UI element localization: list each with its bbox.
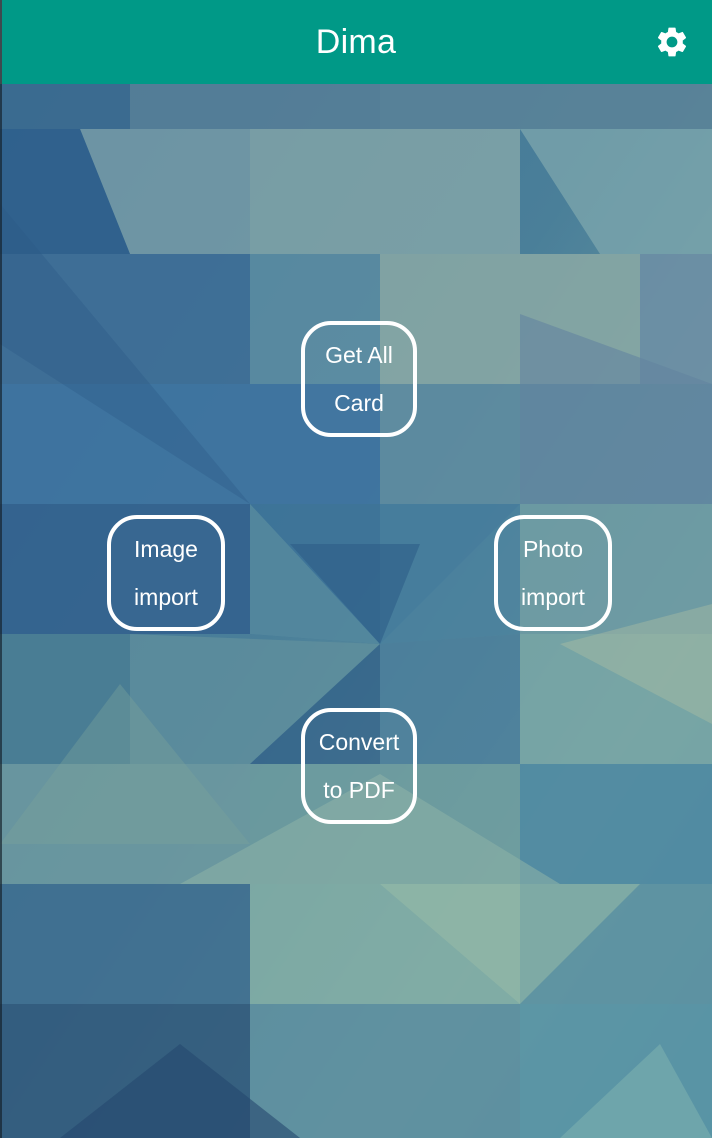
app-title: Dima [315,23,397,61]
settings-button[interactable] [650,20,694,64]
gear-icon [657,27,687,57]
image-import-label: Image import [134,536,198,610]
app-screen: Dima Get All Card Image import Photo imp… [0,0,712,1138]
image-import-button[interactable]: Image import [107,515,225,631]
convert-to-pdf-button[interactable]: Convert to PDF [301,708,417,824]
get-all-card-button[interactable]: Get All Card [301,321,417,437]
app-header: Dima [0,0,712,84]
photo-import-label: Photo import [521,536,585,610]
get-all-card-label: Get All Card [325,342,393,416]
convert-to-pdf-label: Convert to PDF [318,729,400,803]
left-edge-shadow [0,84,2,1138]
photo-import-button[interactable]: Photo import [494,515,612,631]
